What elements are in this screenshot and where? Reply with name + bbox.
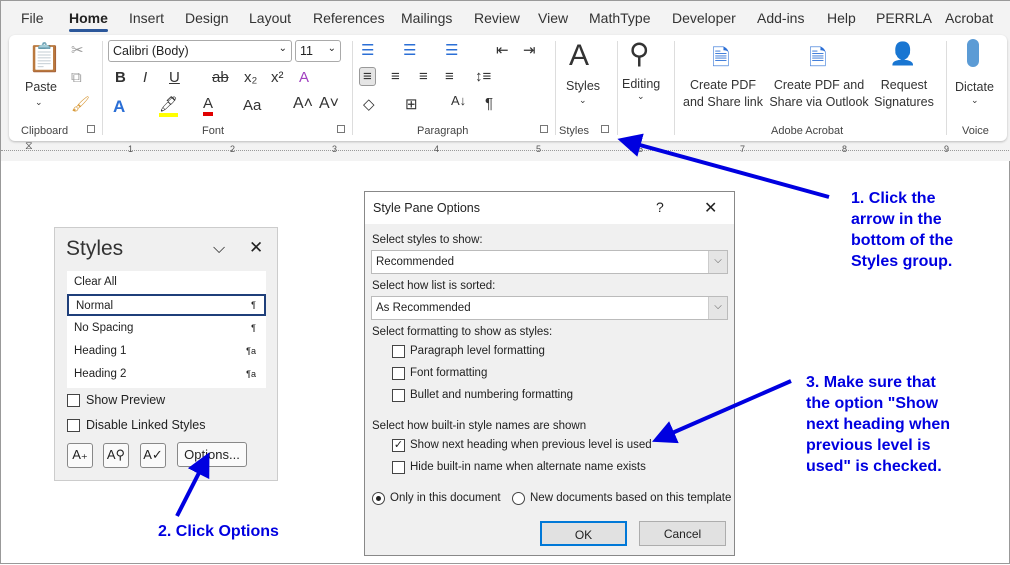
arrow-to-show-next-heading xyxy=(652,379,792,444)
annotation-arrows xyxy=(175,133,830,517)
arrow-to-options-button xyxy=(175,452,210,517)
arrow-to-styles-launcher xyxy=(617,133,830,199)
